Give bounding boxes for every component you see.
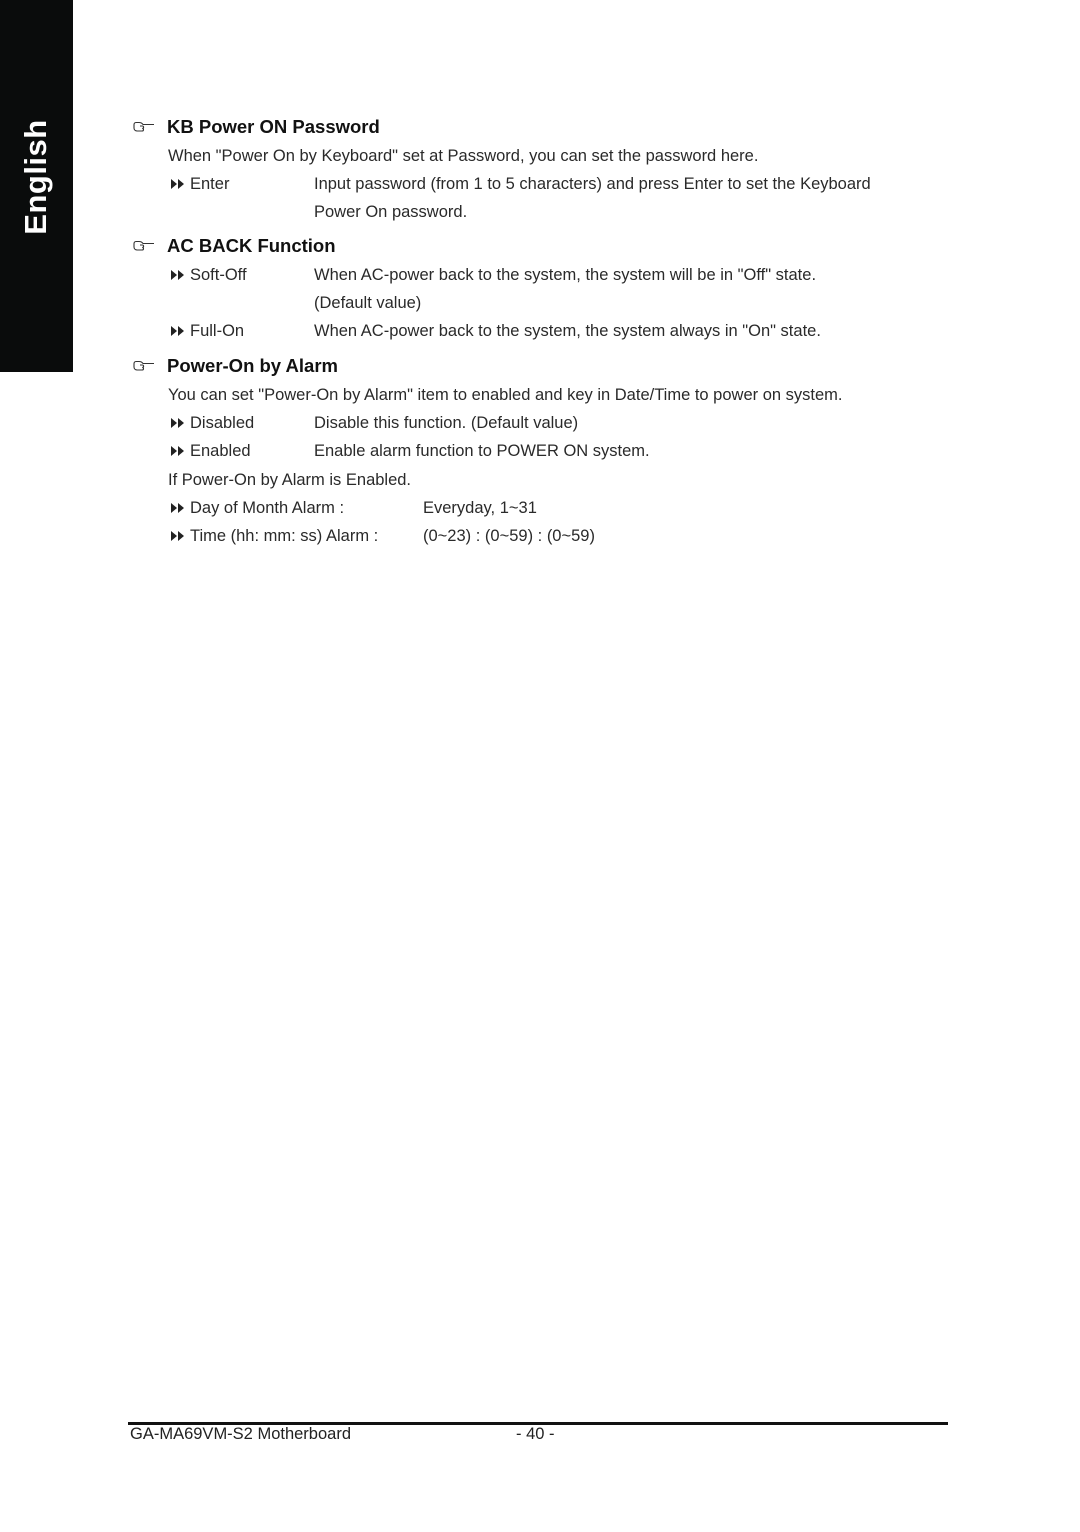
alarm-setting-value: Everyday, 1~31 [423, 497, 537, 519]
double-arrow-right-icon [170, 178, 186, 190]
option-description: Disable this function. (Default value) [314, 412, 578, 434]
section-intro: When "Power On by Keyboard" set at Passw… [168, 145, 758, 167]
section-heading-kb-power-on-password: KB Power ON Password [133, 115, 380, 139]
pointing-hand-icon [133, 359, 155, 373]
language-tab-label: English [18, 119, 54, 234]
pointing-hand-icon [133, 120, 155, 134]
alarm-setting-value: (0~23) : (0~59) : (0~59) [423, 525, 595, 547]
option-label-text: Enabled [190, 440, 251, 462]
double-arrow-right-icon [170, 530, 186, 542]
option-description: Input password (from 1 to 5 characters) … [314, 173, 871, 195]
double-arrow-right-icon [170, 325, 186, 337]
option-label-disabled: Disabled [170, 412, 254, 434]
double-arrow-right-icon [170, 502, 186, 514]
option-label-soft-off: Soft-Off [170, 264, 247, 286]
conditional-note: If Power-On by Alarm is Enabled. [168, 469, 411, 491]
double-arrow-right-icon [170, 269, 186, 281]
alarm-setting-label-text: Day of Month Alarm : [190, 497, 344, 519]
option-label-text: Soft-Off [190, 264, 247, 286]
alarm-setting-label-text: Time (hh: mm: ss) Alarm : [190, 525, 378, 547]
section-heading-power-on-by-alarm: Power-On by Alarm [133, 354, 338, 378]
language-tab: English [0, 0, 73, 372]
pointing-hand-icon [133, 239, 155, 253]
option-description: When AC-power back to the system, the sy… [314, 320, 821, 342]
footer-product-name: GA-MA69VM-S2 Motherboard [130, 1425, 351, 1444]
alarm-setting-label-time: Time (hh: mm: ss) Alarm : [170, 525, 378, 547]
section-heading-text: Power-On by Alarm [167, 355, 338, 377]
option-label-text: Full-On [190, 320, 244, 342]
option-description: (Default value) [314, 292, 421, 314]
option-description: Power On password. [314, 201, 467, 223]
option-label-text: Enter [190, 173, 229, 195]
option-label-full-on: Full-On [170, 320, 244, 342]
option-description: When AC-power back to the system, the sy… [314, 264, 816, 286]
option-label-enabled: Enabled [170, 440, 251, 462]
option-description: Enable alarm function to POWER ON system… [314, 440, 650, 462]
section-intro: You can set "Power-On by Alarm" item to … [168, 384, 843, 406]
option-label-text: Disabled [190, 412, 254, 434]
option-label-enter: Enter [170, 173, 229, 195]
section-heading-text: AC BACK Function [167, 235, 336, 257]
section-heading-text: KB Power ON Password [167, 116, 380, 138]
section-heading-ac-back-function: AC BACK Function [133, 234, 336, 258]
footer-page-number: - 40 - [516, 1425, 555, 1444]
alarm-setting-label-day-of-month: Day of Month Alarm : [170, 497, 344, 519]
double-arrow-right-icon [170, 417, 186, 429]
double-arrow-right-icon [170, 445, 186, 457]
